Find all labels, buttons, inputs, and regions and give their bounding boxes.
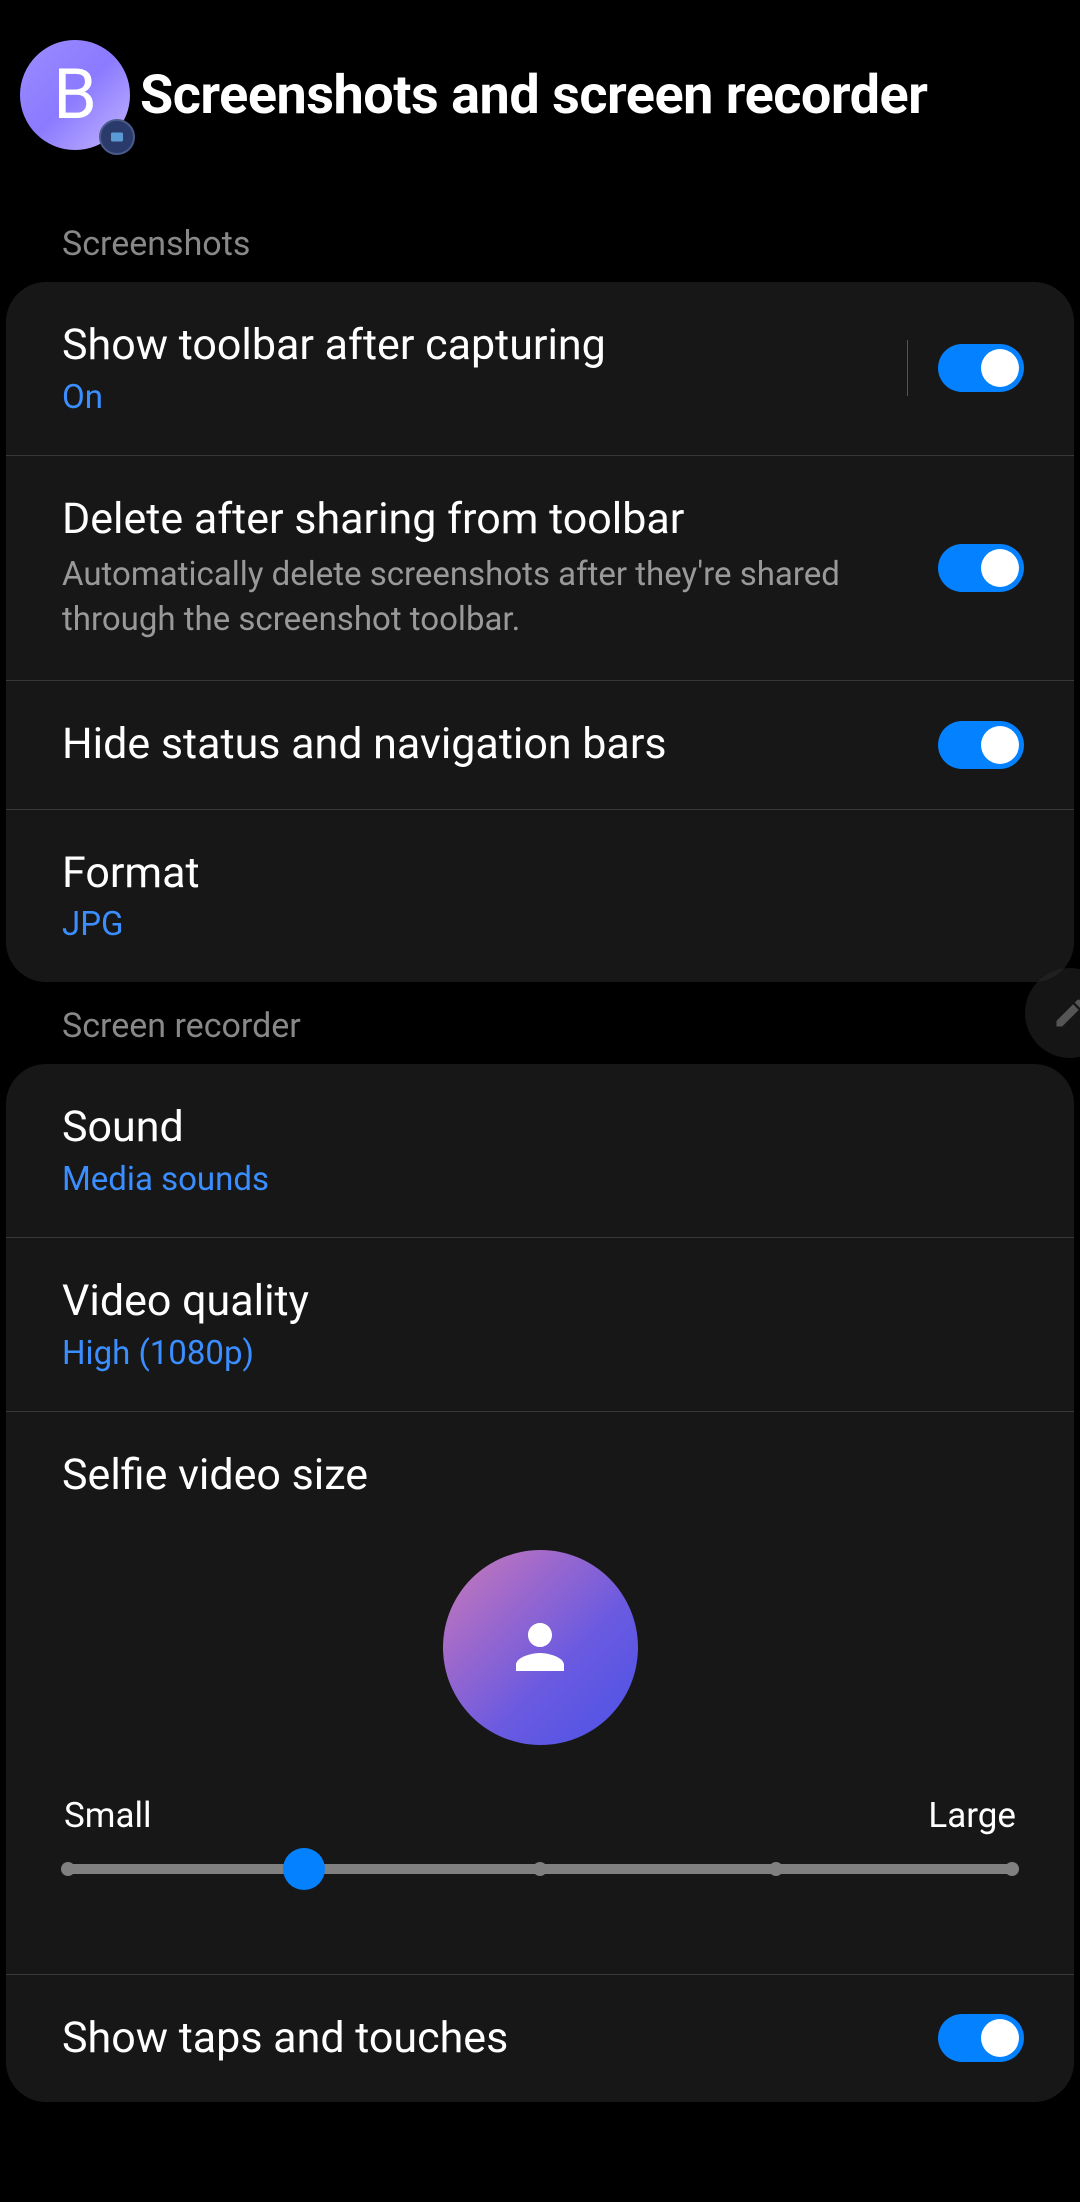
setting-format[interactable]: Format JPG [6,809,1074,983]
setting-hide-bars[interactable]: Hide status and navigation bars [6,680,1074,809]
setting-selfie-video-size: Selfie video size Small Large [6,1411,1074,1924]
screenshots-card: Show toolbar after capturing On Delete a… [6,282,1074,982]
page-title: Screenshots and screen recorder [140,64,927,127]
setting-value: On [62,378,887,417]
pencil-icon [1052,995,1080,1031]
setting-title: Video quality [62,1276,1024,1328]
toggle-hide-bars[interactable] [938,721,1024,769]
toggle-delete-after-sharing[interactable] [938,544,1024,592]
setting-description: Automatically delete screenshots after t… [62,553,938,642]
section-label-recorder: Screen recorder [0,982,1080,1064]
toggle-show-taps[interactable] [938,2014,1024,2062]
setting-value: High (1080p) [62,1334,1024,1373]
slider-min-label: Small [64,1795,152,1836]
profile-avatar[interactable]: B [20,40,130,150]
setting-show-toolbar[interactable]: Show toolbar after capturing On [6,282,1074,455]
avatar-letter: B [53,54,97,136]
setting-title: Format [62,848,1024,900]
person-icon [504,1611,576,1683]
setting-sound[interactable]: Sound Media sounds [6,1064,1074,1237]
slider-max-label: Large [928,1795,1016,1836]
separator [907,340,908,396]
slider-thumb[interactable] [283,1848,325,1890]
setting-title: Show toolbar after capturing [62,320,887,372]
setting-title: Sound [62,1102,1024,1154]
setting-delete-after-sharing[interactable]: Delete after sharing from toolbar Automa… [6,455,1074,681]
selfie-size-slider[interactable] [68,1864,1012,1874]
avatar-badge-icon [99,119,135,155]
toggle-show-toolbar[interactable] [938,344,1024,392]
setting-value: JPG [62,905,1024,944]
setting-title: Delete after sharing from toolbar [62,494,938,546]
setting-show-taps[interactable]: Show taps and touches [6,1974,1074,2103]
setting-value: Media sounds [62,1160,1024,1199]
recorder-card: Sound Media sounds Video quality High (1… [6,1064,1074,2102]
setting-video-quality[interactable]: Video quality High (1080p) [6,1237,1074,1411]
header: B Screenshots and screen recorder [0,0,1080,200]
setting-title: Show taps and touches [62,2013,938,2065]
selfie-preview [443,1550,638,1745]
setting-title: Selfie video size [62,1450,1018,1500]
section-label-screenshots: Screenshots [0,200,1080,282]
setting-title: Hide status and navigation bars [62,719,938,771]
